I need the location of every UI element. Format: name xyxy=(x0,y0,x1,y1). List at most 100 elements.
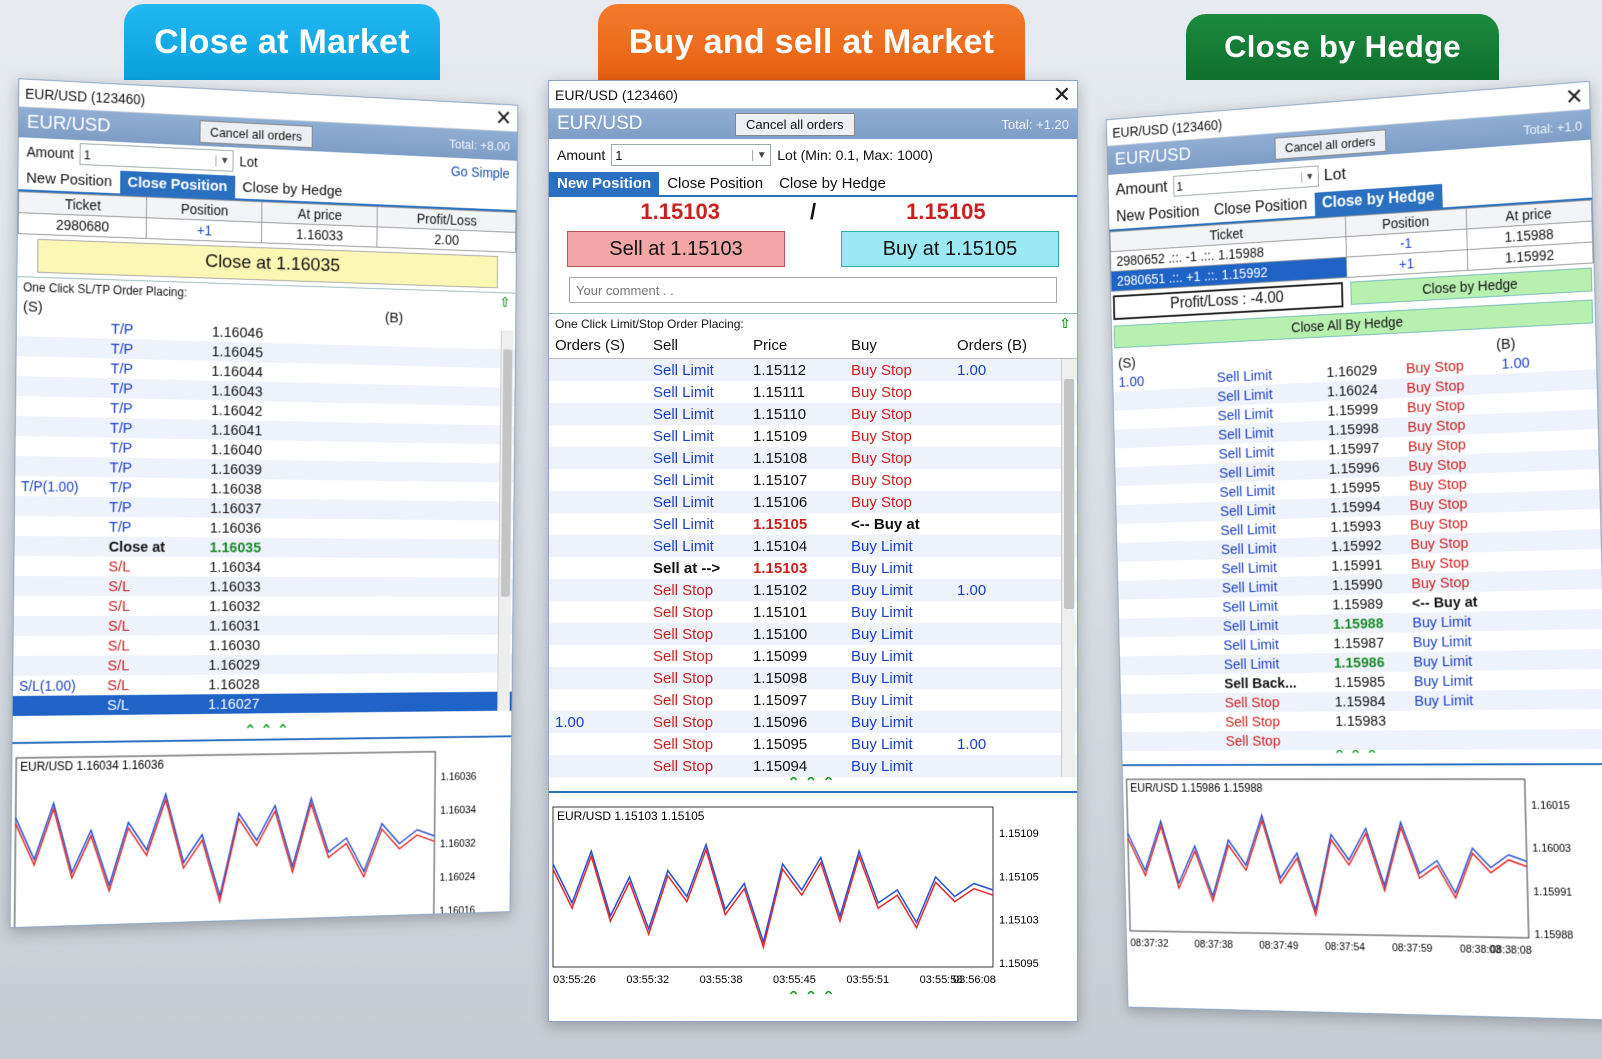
sell-order-cell[interactable]: Sell Limit xyxy=(1215,538,1325,558)
ladder-row[interactable]: Sell Stop 1.15099 Buy Limit xyxy=(549,645,1077,667)
ladder-row[interactable]: Close at 1.16035 xyxy=(14,536,514,559)
order-type[interactable]: T/P xyxy=(104,459,205,477)
buy-order-cell[interactable]: Buy Stop xyxy=(1401,395,1497,416)
orders-s-cell[interactable] xyxy=(1117,531,1215,534)
buy-order-cell[interactable] xyxy=(1409,720,1505,721)
orders-s-cell[interactable] xyxy=(1118,569,1216,572)
buy-order-cell[interactable]: Buy Stop xyxy=(1402,435,1498,455)
ladder-row[interactable]: Sell Limit 1.15109 Buy Stop xyxy=(549,425,1077,447)
buy-order-cell[interactable]: Buy Stop xyxy=(845,362,951,379)
tab-close-position[interactable]: Close Position xyxy=(659,172,771,195)
buy-order-cell[interactable]: Buy Stop xyxy=(1403,474,1499,494)
ladder-row[interactable]: Sell at --> 1.15103 Buy Limit xyxy=(549,557,1077,579)
ladder-row[interactable]: Sell Limit 1.15104 Buy Limit xyxy=(549,535,1077,557)
buy-order-cell[interactable]: Buy Limit xyxy=(845,560,951,577)
ladder-row[interactable]: S/L 1.16033 xyxy=(14,576,513,597)
amount-input[interactable]: 1 ▼ xyxy=(611,144,772,166)
ladder-row[interactable]: Sell Stop 1.15102 Buy Limit 1.00 xyxy=(549,579,1077,601)
sell-order-cell[interactable]: Sell at --> xyxy=(647,560,747,577)
order-type[interactable]: S/L xyxy=(101,696,202,714)
collapse-up-icon[interactable]: ⇧ xyxy=(1059,315,1071,332)
sell-at-market-button[interactable]: Sell at 1.15103 xyxy=(567,231,785,267)
order-type[interactable]: S/L xyxy=(103,558,204,575)
scroll-thumb[interactable] xyxy=(1064,379,1074,609)
sell-order-cell[interactable]: Sell Back... xyxy=(1219,674,1329,692)
ladder-row[interactable]: S/L 1.16030 xyxy=(13,635,512,656)
buy-order-cell[interactable]: Buy Limit xyxy=(845,648,951,665)
sell-order-cell[interactable]: Sell Stop xyxy=(1220,713,1330,730)
sell-order-cell[interactable]: Sell Limit xyxy=(647,516,747,533)
sell-order-cell[interactable]: Sell Stop xyxy=(647,736,747,753)
ladder-row[interactable]: Sell Limit 1.15110 Buy Stop xyxy=(549,403,1077,425)
orders-s-cell[interactable] xyxy=(1122,741,1220,742)
tab-new-position[interactable]: New Position xyxy=(18,166,120,193)
buy-order-cell[interactable]: Buy Stop xyxy=(1406,573,1502,592)
sell-order-cell[interactable]: Sell Limit xyxy=(1218,635,1328,653)
orders-b-cell[interactable]: 1.00 xyxy=(951,362,986,379)
tab-new-position[interactable]: New Position xyxy=(549,172,660,195)
close-icon[interactable]: ✕ xyxy=(495,105,512,130)
amount-input[interactable]: 1 ▼ xyxy=(79,143,234,172)
buy-at-market-button[interactable]: Buy at 1.15105 xyxy=(841,231,1059,267)
sell-order-cell[interactable]: Sell Limit xyxy=(647,362,747,379)
buy-order-cell[interactable]: Buy Stop xyxy=(1403,454,1499,475)
order-type[interactable]: T/P xyxy=(105,360,206,379)
buy-order-cell[interactable]: Buy Limit xyxy=(845,736,951,753)
orders-s-cell[interactable] xyxy=(1119,607,1217,609)
ladder-row[interactable]: 1.00 Sell Stop 1.15096 Buy Limit xyxy=(549,711,1077,733)
sell-order-cell[interactable]: Sell Limit xyxy=(1217,616,1327,634)
ladder-row[interactable]: Sell Stop xyxy=(1121,729,1602,751)
order-type[interactable]: T/P xyxy=(104,439,205,457)
sell-order-cell[interactable]: Sell Stop xyxy=(647,604,747,621)
ladder-row[interactable]: Sell Limit 1.15107 Buy Stop xyxy=(549,469,1077,491)
order-type[interactable]: S/L xyxy=(102,637,203,654)
sell-order-cell[interactable]: Sell Limit xyxy=(647,428,747,445)
sell-order-cell[interactable]: Sell Limit xyxy=(647,494,747,511)
scrollbar[interactable] xyxy=(1061,359,1075,777)
orders-s-cell[interactable] xyxy=(1116,511,1214,514)
orders-s-cell[interactable] xyxy=(1120,664,1218,665)
scroll-thumb[interactable] xyxy=(500,349,513,597)
collapse-up-icon[interactable]: ⇧ xyxy=(500,294,511,310)
buy-order-cell[interactable]: Buy Stop xyxy=(845,406,951,423)
order-type[interactable]: T/P xyxy=(103,498,204,516)
expand-chevrons-icon[interactable]: ⌃⌃⌃ xyxy=(1122,748,1602,765)
buy-order-cell[interactable]: Buy Limit xyxy=(845,582,951,599)
ladder-row[interactable]: Sell Limit 1.15108 Buy Stop xyxy=(549,447,1077,469)
sell-order-cell[interactable]: Sell Limit xyxy=(647,384,747,401)
buy-order-cell[interactable]: Buy Stop xyxy=(845,450,951,467)
sell-order-cell[interactable]: Sell Stop xyxy=(1219,693,1329,711)
buy-order-cell[interactable]: Buy Stop xyxy=(1404,494,1500,514)
buy-order-cell[interactable]: Buy Limit xyxy=(1409,692,1505,710)
sell-order-cell[interactable]: Sell Limit xyxy=(1216,577,1326,596)
order-type[interactable]: S/L xyxy=(102,578,203,595)
order-type[interactable]: S/L xyxy=(102,657,203,674)
order-type[interactable]: T/P xyxy=(105,340,206,359)
sell-order-cell[interactable]: Sell Stop xyxy=(647,758,747,775)
buy-order-cell[interactable]: Buy Limit xyxy=(1408,672,1504,690)
cancel-all-orders-button[interactable]: Cancel all orders xyxy=(1274,128,1386,160)
amount-input[interactable]: 1 ▼ xyxy=(1172,165,1319,197)
order-type[interactable]: S/L xyxy=(102,598,203,615)
ladder-row[interactable]: Sell Stop 1.15097 Buy Limit xyxy=(549,689,1077,711)
buy-order-cell[interactable]: <-- Buy at xyxy=(1406,593,1502,612)
ladder-row[interactable]: S/L 1.16027 xyxy=(12,691,512,717)
sell-order-cell[interactable]: Sell Limit xyxy=(1214,480,1324,500)
buy-order-cell[interactable]: Buy Stop xyxy=(845,472,951,489)
buy-order-cell[interactable]: Buy Limit xyxy=(845,758,951,775)
orders-s-cell[interactable] xyxy=(1121,703,1219,704)
close-icon[interactable]: ✕ xyxy=(1565,83,1584,109)
orders-s-cell[interactable] xyxy=(1116,492,1214,495)
buy-order-cell[interactable]: Buy Limit xyxy=(1407,632,1503,651)
comment-input[interactable]: Your comment . . xyxy=(569,277,1057,303)
cancel-all-orders-button[interactable]: Cancel all orders xyxy=(199,119,313,148)
order-type[interactable]: S/L xyxy=(101,676,202,694)
chevron-down-icon[interactable]: ▼ xyxy=(215,154,233,167)
sell-order-cell[interactable]: Sell Stop xyxy=(647,692,747,709)
buy-order-cell[interactable]: Buy Limit xyxy=(845,670,951,687)
sell-order-cell[interactable]: Sell Limit xyxy=(1214,500,1324,520)
buy-order-cell[interactable]: Buy Limit xyxy=(845,692,951,709)
buy-order-cell[interactable]: Buy Stop xyxy=(1405,533,1501,552)
buy-order-cell[interactable]: Buy Limit xyxy=(845,604,951,621)
orders-s-cell[interactable] xyxy=(1120,645,1218,647)
